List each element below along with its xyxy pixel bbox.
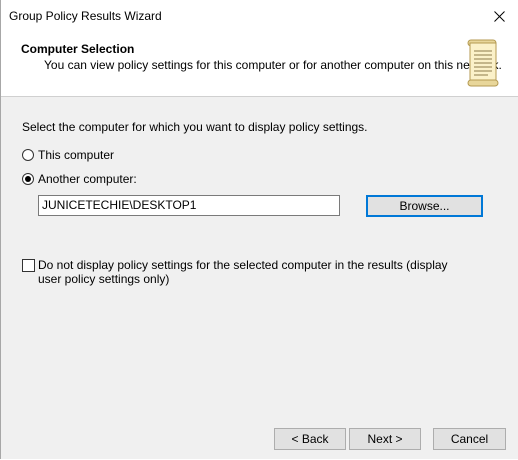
wizard-window: Group Policy Results Wizard Computer Sel… (0, 0, 518, 459)
checkbox-label: Do not display policy settings for the s… (38, 258, 448, 286)
computer-name-input[interactable]: JUNICETECHIE\DESKTOP1 (38, 195, 340, 216)
page-subtitle: You can view policy settings for this co… (44, 58, 502, 72)
instruction-text: Select the computer for which you want t… (22, 120, 368, 134)
checkbox[interactable] (22, 259, 35, 272)
close-icon (493, 10, 505, 22)
scroll-icon (467, 39, 499, 87)
wizard-header: Computer Selection You can view policy s… (1, 30, 518, 97)
back-button[interactable]: < Back (274, 428, 346, 450)
window-title: Group Policy Results Wizard (9, 9, 162, 23)
radio-button[interactable] (22, 173, 34, 185)
page-title: Computer Selection (21, 42, 135, 56)
radio-button[interactable] (22, 149, 34, 161)
radio-another-computer[interactable]: Another computer: (22, 172, 137, 186)
radio-label: This computer (38, 148, 115, 162)
wizard-body: Select the computer for which you want t… (1, 97, 518, 459)
next-button[interactable]: Next > (349, 428, 421, 450)
hide-computer-settings-option[interactable]: Do not display policy settings for the s… (22, 258, 462, 286)
title-bar: Group Policy Results Wizard (1, 0, 518, 30)
cancel-button[interactable]: Cancel (433, 428, 506, 450)
radio-label: Another computer: (38, 172, 137, 186)
close-button[interactable] (488, 5, 510, 27)
browse-button[interactable]: Browse... (366, 195, 483, 217)
radio-this-computer[interactable]: This computer (22, 148, 114, 162)
